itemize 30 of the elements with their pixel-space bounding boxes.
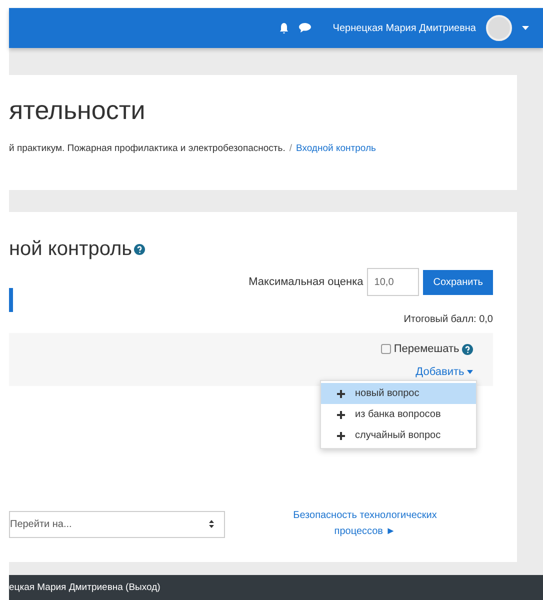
help-icon[interactable] [462, 344, 473, 355]
caret-icon[interactable] [522, 26, 529, 30]
user-name[interactable]: Чернецкая Мария Дмитриевна [332, 20, 476, 36]
menu-item[interactable]: новый вопрос [321, 383, 476, 404]
footer-user-text[interactable]: ецкая Мария Дмитриевна (Выход) [9, 582, 160, 593]
breadcrumb-separator: / [289, 142, 292, 156]
bell-icon[interactable] [278, 22, 289, 34]
shuffle-label: Перемешать [394, 342, 460, 357]
max-grade-field[interactable]: 10,0 [367, 268, 420, 296]
menu-item[interactable]: случайный вопрос [321, 425, 476, 446]
menu-item[interactable]: из банка вопросов [321, 404, 476, 425]
plus-icon [337, 410, 345, 418]
chat-icon[interactable] [298, 23, 311, 33]
plus-icon [337, 390, 345, 398]
shuffle-checkbox[interactable] [381, 344, 392, 354]
help-icon[interactable] [134, 244, 146, 254]
total-score: Итоговый балл: 0,0 [404, 314, 493, 325]
quiz-title: ной контроль [9, 237, 132, 262]
next-activity-link[interactable]: Безопасность технологических процессов ► [280, 508, 450, 540]
breadcrumb-item[interactable]: Входной контроль [296, 142, 376, 156]
plus-icon [337, 432, 345, 440]
avatar[interactable] [486, 15, 512, 41]
jump-select[interactable]: Перейти на... [9, 510, 225, 538]
page-title: ятельности [9, 95, 146, 126]
caret-icon [467, 370, 473, 374]
max-grade-label: Максимальная оценка [248, 274, 364, 290]
breadcrumb-item: й практикум. Пожарная профилактика и электробезопасность. [9, 142, 286, 156]
save-button[interactable]: Сохранить [423, 270, 493, 294]
sort-arrows-icon [209, 520, 214, 528]
add-dropdown[interactable]: Добавить [416, 364, 473, 380]
